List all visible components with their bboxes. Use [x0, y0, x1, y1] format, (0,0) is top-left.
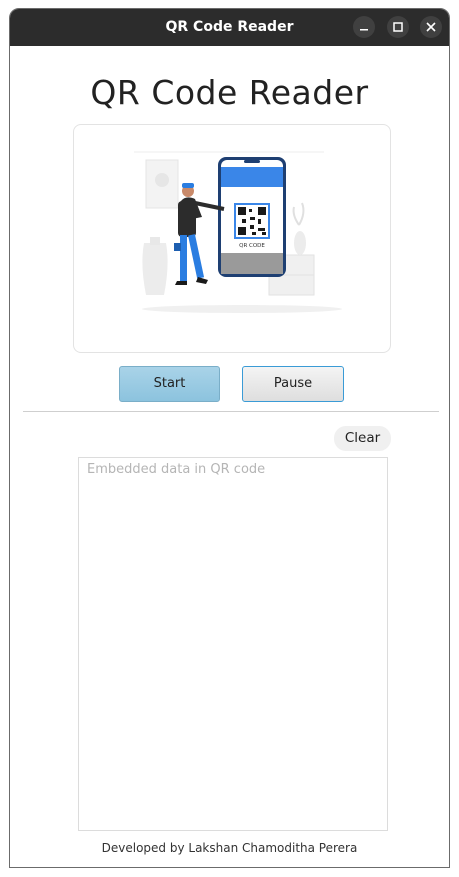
phone-qr-label: QR CODE: [239, 243, 265, 249]
close-button[interactable]: [420, 16, 442, 38]
qr-scan-illustration: QR CODE: [134, 151, 342, 313]
start-button[interactable]: Start: [119, 366, 220, 402]
phone-graphic: QR CODE: [218, 157, 286, 277]
person-graphic: [174, 183, 225, 285]
maximize-button[interactable]: [387, 16, 409, 38]
maximize-icon: [393, 22, 403, 32]
footer-credit: Developed by Lakshan Chamoditha Perera: [101, 841, 358, 855]
output-placeholder: Embedded data in QR code: [87, 462, 266, 477]
minimize-icon: [360, 29, 368, 31]
main-content: QR Code Reader QR CODE Start Pause Clear…: [10, 46, 449, 867]
app-window: QR Code Reader QR Code Reader QR CODE St…: [9, 8, 450, 868]
window-title: QR Code Reader: [165, 19, 294, 35]
title-bar[interactable]: QR Code Reader: [10, 9, 449, 46]
clear-button[interactable]: Clear: [334, 426, 391, 451]
illustration-card: QR CODE: [73, 124, 391, 353]
app-heading: QR Code Reader: [90, 73, 369, 112]
divider: [23, 411, 439, 412]
pause-button[interactable]: Pause: [242, 366, 344, 402]
close-icon: [426, 22, 436, 32]
minimize-button[interactable]: [353, 16, 375, 38]
qr-output-textarea[interactable]: Embedded data in QR code: [78, 457, 388, 831]
